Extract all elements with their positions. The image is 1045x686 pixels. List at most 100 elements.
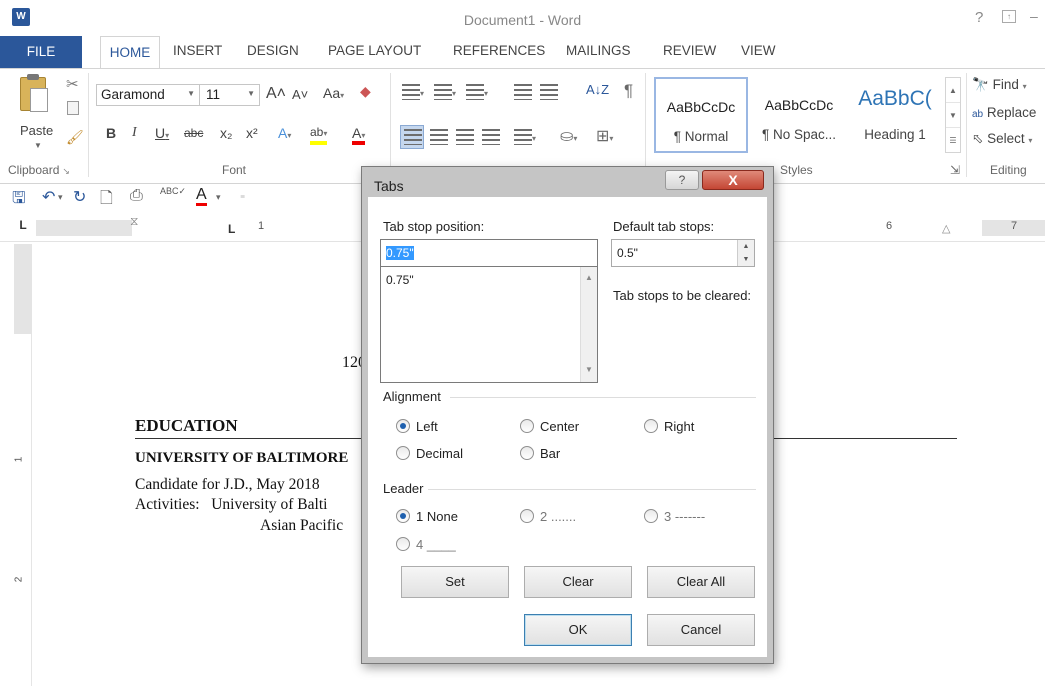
tab-insert[interactable]: INSERT (173, 43, 222, 58)
chevron-down-icon[interactable]: ▼ (187, 89, 195, 98)
bold-button[interactable]: B (106, 125, 116, 141)
grow-font-button[interactable]: A˄ (266, 85, 286, 103)
save-icon[interactable]: 🖫 (12, 187, 26, 214)
shading-icon[interactable]: ⛀▾ (560, 126, 577, 145)
tab-references[interactable]: REFERENCES (453, 43, 545, 58)
leader-dashes-radio[interactable]: 3 ------- (644, 509, 705, 524)
list-item[interactable]: 0.75" (386, 273, 414, 287)
chevron-down-icon[interactable]: ▾ (58, 192, 63, 203)
set-button[interactable]: Set (401, 566, 509, 598)
alignment-bar-radio[interactable]: Bar (520, 446, 560, 461)
undo-icon[interactable]: ↶ (42, 187, 55, 207)
tab-page-layout[interactable]: PAGE LAYOUT (328, 43, 421, 58)
style-heading-1[interactable]: AaBbC( Heading 1 (848, 77, 942, 153)
leader-dots-radio[interactable]: 2 ....... (520, 509, 576, 524)
right-indent-marker-icon[interactable]: △ (942, 222, 950, 235)
chevron-up-icon[interactable]: ▲ (946, 78, 960, 103)
tab-mailings[interactable]: MAILINGS (566, 43, 631, 58)
chevron-down-icon[interactable]: ▼ (585, 365, 593, 374)
alignment-decimal-radio[interactable]: Decimal (396, 446, 463, 461)
more-icon[interactable]: ☰ (946, 128, 960, 153)
chevron-up-icon[interactable]: ▲ (585, 273, 593, 282)
chevron-up-icon[interactable]: ▲ (738, 240, 754, 253)
tab-stop-marker[interactable]: L (228, 222, 235, 236)
copy-icon[interactable] (67, 101, 79, 115)
numbering-icon[interactable]: ▾ (434, 83, 456, 101)
alignment-center-radio[interactable]: Center (520, 419, 579, 434)
text-effects-button[interactable]: A▾ (278, 125, 291, 141)
dialog-help-button[interactable]: ? (665, 170, 699, 190)
print-preview-icon[interactable]: 🗋 (100, 187, 113, 214)
change-case-button[interactable]: Aa▾ (323, 85, 344, 101)
style-no-spacing[interactable]: AaBbCcDc ¶ No Spac... (752, 77, 846, 153)
align-right-icon[interactable] (456, 128, 474, 146)
line-spacing-icon[interactable]: ▾ (514, 128, 536, 146)
multilevel-list-icon[interactable]: ▾ (466, 83, 488, 101)
scissors-icon[interactable]: ✂ (66, 75, 79, 93)
leader-line-radio[interactable]: 4 ____ (396, 537, 456, 552)
underline-button[interactable]: U▾ (155, 125, 169, 141)
increase-indent-icon[interactable] (540, 83, 558, 101)
ribbon-display-options-icon[interactable]: ↑ (1002, 10, 1016, 23)
sort-icon[interactable]: A↓Z (586, 82, 609, 100)
justify-icon[interactable] (482, 128, 500, 146)
minimize-icon[interactable]: – (1030, 8, 1038, 24)
replace-button[interactable]: ab Replace (972, 105, 1036, 120)
format-painter-icon[interactable]: 🖌 (66, 129, 84, 146)
style-normal[interactable]: AaBbCcDc ¶ Normal (654, 77, 748, 153)
select-button[interactable]: ⬁ Select ▾ (972, 131, 1032, 147)
customize-toolbar-icon[interactable]: ₌ (240, 190, 245, 201)
italic-button[interactable]: I (132, 125, 137, 141)
redo-icon[interactable]: ↻ (73, 187, 86, 207)
dialog-launcher-icon[interactable]: ⇲ (950, 163, 960, 177)
clear-formatting-icon[interactable]: ◆ (360, 83, 371, 100)
chevron-down-icon[interactable]: ▼ (247, 89, 255, 98)
paste-button[interactable]: Paste ▼ (14, 74, 66, 157)
borders-icon[interactable]: ⊞▾ (596, 126, 613, 145)
clear-all-button[interactable]: Clear All (647, 566, 755, 598)
tab-file[interactable]: FILE (0, 36, 82, 68)
list-scrollbar[interactable]: ▲ ▼ (580, 267, 597, 382)
font-color-button[interactable]: A▾ (352, 125, 366, 145)
cancel-button[interactable]: Cancel (647, 614, 755, 646)
alignment-left-radio[interactable]: Left (396, 419, 438, 434)
styles-scrollbar[interactable]: ▲ ▼ ☰ (945, 77, 961, 153)
tab-view[interactable]: VIEW (741, 43, 776, 58)
highlight-button[interactable]: ab▾ (310, 125, 328, 145)
clear-button[interactable]: Clear (524, 566, 632, 598)
font-size-combobox[interactable]: 11 ▼ (200, 84, 260, 106)
dialog-launcher-icon[interactable]: ↘ (62, 166, 70, 176)
tab-stop-list[interactable]: 0.75" ▲ ▼ (380, 267, 598, 383)
decrease-indent-icon[interactable] (514, 83, 532, 101)
spelling-icon[interactable]: ABC✓ (160, 186, 186, 197)
strikethrough-button[interactable]: abc (184, 126, 203, 140)
quick-print-icon[interactable]: ⎙ (130, 187, 143, 205)
tab-home[interactable]: HOME (100, 36, 160, 69)
font-color-icon[interactable]: A (196, 187, 207, 206)
chevron-down-icon[interactable]: ▼ (946, 103, 960, 128)
bullets-icon[interactable]: ▾ (402, 83, 424, 101)
subscript-button[interactable]: x₂ (220, 125, 232, 141)
chevron-down-icon[interactable]: ▼ (738, 253, 754, 266)
chevron-down-icon[interactable]: ▾ (216, 192, 221, 203)
alignment-right-radio[interactable]: Right (644, 419, 694, 434)
align-left-button[interactable] (400, 125, 424, 149)
shrink-font-button[interactable]: A˅ (292, 87, 308, 102)
dialog-close-button[interactable]: X (702, 170, 764, 190)
chevron-down-icon[interactable]: ▼ (34, 141, 42, 150)
tab-selector[interactable]: L (14, 218, 32, 236)
pilcrow-icon[interactable]: ¶ (624, 81, 633, 100)
default-tab-stops-spinner[interactable]: 0.5" ▲ ▼ (611, 239, 755, 267)
help-icon[interactable]: ? (975, 9, 983, 26)
spinner-buttons[interactable]: ▲ ▼ (737, 240, 754, 266)
font-name-combobox[interactable]: Garamond ▼ (96, 84, 200, 106)
tab-stop-position-input[interactable]: 0.75" (380, 239, 598, 267)
ok-button[interactable]: OK (524, 614, 632, 646)
tab-design[interactable]: DESIGN (247, 43, 299, 58)
find-button[interactable]: 🔭 Find ▾ (972, 77, 1027, 93)
superscript-button[interactable]: x² (246, 125, 258, 141)
tab-review[interactable]: REVIEW (663, 43, 716, 58)
align-center-icon[interactable] (430, 128, 448, 146)
indent-marker-icon[interactable]: ⧖ (130, 214, 138, 229)
leader-none-radio[interactable]: 1 None (396, 509, 458, 524)
